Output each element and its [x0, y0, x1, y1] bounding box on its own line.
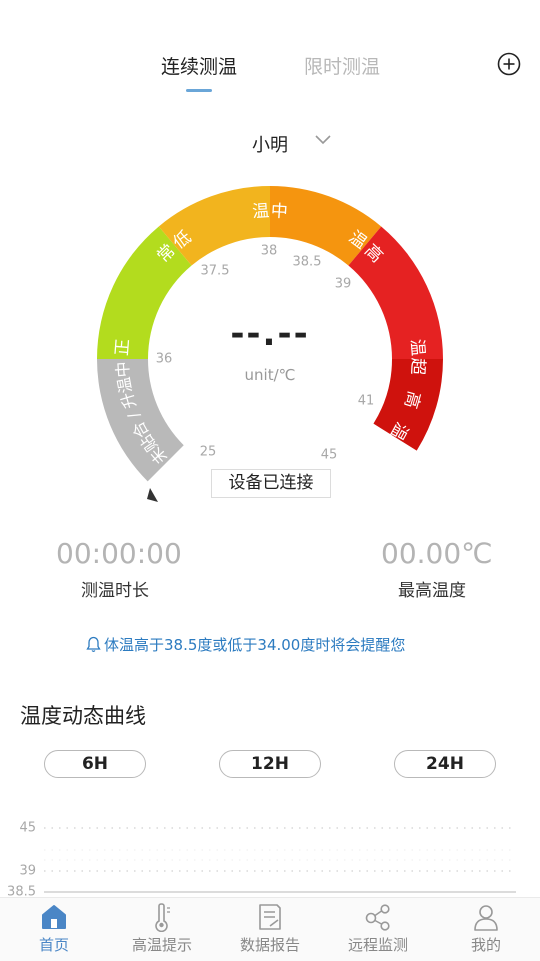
share-nodes-icon — [365, 904, 390, 931]
gauge-pointer — [147, 488, 158, 502]
max-temp-label: 最高温度 — [398, 581, 466, 601]
connection-status: 设备已连接 — [211, 469, 331, 498]
nav-report-label: 数据报告 — [239, 936, 300, 954]
nav-home[interactable]: 首页 — [0, 898, 108, 961]
gauge-segment-label: 温 — [252, 201, 270, 222]
duration-label: 测温时长 — [81, 581, 149, 601]
alert-notice-text: 体温高于38.5度或低于34.00度时将会提醒您 — [104, 636, 406, 654]
gauge-tick-label: 41 — [358, 394, 375, 409]
nav-high-temp[interactable]: 高温提示 — [108, 898, 216, 961]
gauge-tick-label: 38 — [261, 244, 278, 259]
nav-report[interactable]: 数据报告 — [216, 898, 324, 961]
gauge-tick-label: 38.5 — [293, 255, 322, 270]
range-12h-button[interactable]: 12H — [219, 750, 321, 778]
max-temp-value: 00.00℃ — [381, 537, 493, 570]
gauge-tick-label: 25 — [200, 445, 217, 460]
y-tick-label: 45 — [19, 821, 36, 836]
temperature-curve-chart: 453938.5 — [7, 821, 516, 900]
nav-remote-label: 远程监测 — [347, 936, 408, 954]
nav-me-label: 我的 — [470, 936, 501, 954]
temperature-unit: unit/℃ — [244, 366, 296, 384]
gauge-tick-label: 39 — [335, 277, 352, 292]
nav-high-temp-label: 高温提示 — [131, 936, 192, 954]
range-6h-button[interactable]: 6H — [44, 750, 146, 778]
user-icon — [474, 905, 498, 931]
temperature-gauge: 未贴合/升温中正常低温 中温高温超高温 253637.53838.5394145 — [97, 186, 443, 502]
bottom-navigation: 首页 高温提示 数据报告 远程监测 我的 — [0, 897, 540, 961]
thermometer-icon — [155, 903, 170, 932]
nav-home-label: 首页 — [38, 936, 69, 954]
y-tick-label: 39 — [19, 864, 36, 879]
report-icon — [259, 904, 281, 930]
nav-me[interactable]: 我的 — [432, 898, 540, 961]
bell-icon — [86, 636, 101, 652]
alert-notice: 体温高于38.5度或低于34.00度时将会提醒您 — [86, 634, 405, 655]
gauge-tick-label: 37.5 — [201, 264, 230, 279]
curve-title: 温度动态曲线 — [20, 704, 146, 728]
range-24h-button[interactable]: 24H — [394, 750, 496, 778]
duration-value: 00:00:00 — [56, 537, 182, 570]
gauge-segment-label: 中 — [270, 201, 288, 222]
nav-remote[interactable]: 远程监测 — [324, 898, 432, 961]
current-temperature: --.-- — [230, 314, 310, 354]
gauge-tick-label: 45 — [321, 448, 338, 463]
home-icon — [42, 905, 66, 929]
